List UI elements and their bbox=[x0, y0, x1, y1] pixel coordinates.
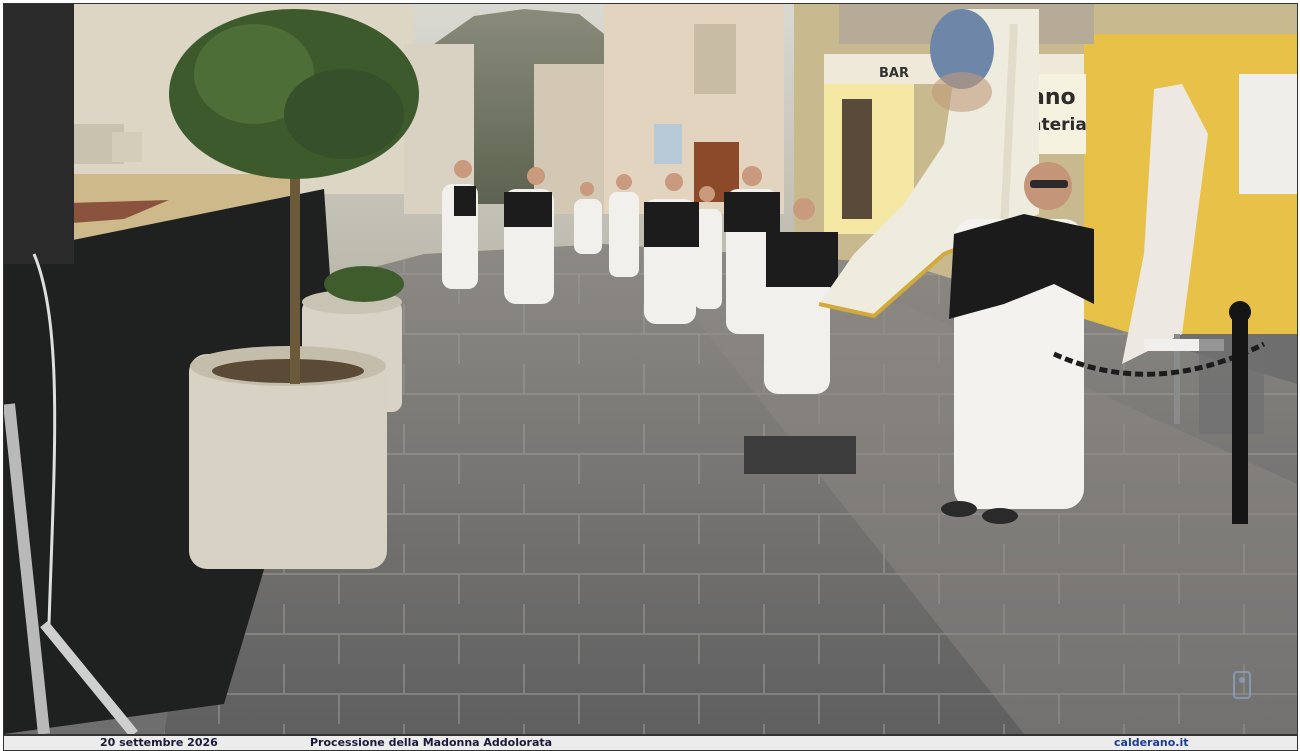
caption-title: Processione della Madonna Addolorata bbox=[310, 736, 553, 749]
photo-frame: BAR ano ateria 20 settembre 2026 Process… bbox=[0, 0, 1300, 751]
bar-sign: BAR bbox=[879, 66, 909, 81]
caption-bar: 20 settembre 2026 Processione della Mado… bbox=[3, 735, 1298, 751]
procession-scene: BAR ano ateria bbox=[4, 4, 1297, 734]
caption-date: 20 settembre 2026 bbox=[100, 736, 218, 749]
procession-photo: BAR ano ateria bbox=[3, 3, 1298, 735]
caption-site-link[interactable]: calderano.it bbox=[1114, 736, 1189, 750]
